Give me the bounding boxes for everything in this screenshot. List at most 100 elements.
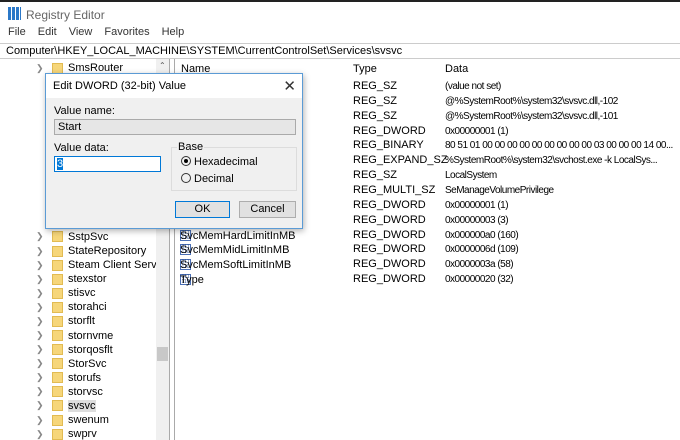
chevron-right-icon[interactable]: ❯: [36, 415, 46, 426]
tree-item[interactable]: ❯ StorSvc: [36, 357, 107, 371]
value-name-label: Value name:: [54, 105, 115, 117]
value-data: 0x000000a0 (160): [445, 229, 519, 241]
folder-icon: [52, 301, 63, 313]
value-data: 0x00000020 (32): [445, 274, 514, 286]
chevron-right-icon[interactable]: ❯: [36, 386, 46, 397]
value-type: REG_SZ: [353, 80, 398, 92]
folder-icon: [52, 62, 63, 74]
tree-item[interactable]: ❯ stexstor: [36, 272, 107, 286]
chevron-right-icon[interactable]: ❯: [36, 231, 46, 242]
value-row[interactable]: 011 110 SvcMemSoftLimitInMB REG_DWORD 0x0000…: [175, 257, 680, 272]
tree-item-label: StorSvc: [68, 357, 107, 370]
edit-dword-dialog: Edit DWORD (32-bit) Value ✕ Value name: …: [45, 73, 303, 229]
chevron-right-icon[interactable]: ❯: [36, 400, 46, 411]
tree-item-label: swenum: [68, 414, 109, 426]
tree-item-label: storahci: [68, 301, 107, 314]
value-row[interactable]: 011 110 SvcMemMidLimitInMB REG_DWORD 0x00000…: [175, 242, 680, 257]
window-title: Registry Editor: [26, 8, 105, 22]
value-row[interactable]: 011 110 SvcMemHardLimitInMB REG_DWORD 0x0000…: [175, 228, 680, 243]
value-name-field: Start: [54, 119, 296, 135]
tree-item-label: Steam Client Service: [68, 259, 170, 272]
base-label: Base: [177, 141, 205, 153]
value-type: REG_EXPAND_SZ: [353, 154, 448, 167]
decimal-label: Decimal: [194, 173, 234, 185]
tree-item-label: storvsc: [68, 385, 103, 398]
folder-icon: [52, 358, 63, 370]
folder-icon: [52, 344, 63, 356]
value-type: REG_MULTI_SZ: [353, 183, 436, 196]
value-name-text: SvcMemMidLimitInMB: [180, 244, 290, 257]
tree-item[interactable]: ❯ swprv: [36, 427, 97, 440]
folder-icon: [52, 287, 63, 299]
value-type: REG_SZ: [353, 169, 398, 182]
value-type: REG_SZ: [353, 94, 398, 107]
chevron-right-icon[interactable]: ❯: [36, 63, 46, 74]
chevron-right-icon[interactable]: ❯: [36, 316, 46, 327]
chevron-right-icon[interactable]: ❯: [36, 274, 46, 285]
value-type: REG_DWORD: [353, 273, 426, 286]
value-data: @%SystemRoot%\system32\svsvc.dll,-102: [445, 95, 618, 107]
value-data: 0x00000001 (1): [445, 199, 509, 211]
value-data-label: Value data:: [54, 142, 109, 154]
scrollbar-thumb[interactable]: [157, 347, 168, 361]
decimal-radio[interactable]: Decimal: [181, 173, 234, 185]
value-name-text: Type: [180, 274, 204, 287]
hexadecimal-label: Hexadecimal: [194, 156, 258, 168]
value-data-text: 3: [57, 158, 64, 170]
folder-icon: [52, 273, 63, 285]
scroll-up-icon[interactable]: ⌃: [159, 61, 166, 70]
hexadecimal-radio[interactable]: Hexadecimal: [181, 156, 258, 168]
menu-favorites[interactable]: Favorites: [104, 26, 149, 38]
tree-item[interactable]: ❯ SstpSvc: [36, 230, 108, 244]
chevron-right-icon[interactable]: ❯: [36, 344, 46, 355]
tree-item[interactable]: ❯ storufs: [36, 371, 101, 385]
value-type: REG_SZ: [353, 109, 398, 122]
chevron-right-icon[interactable]: ❯: [36, 429, 46, 440]
folder-icon: [52, 386, 63, 398]
menu-help[interactable]: Help: [162, 26, 185, 38]
tree-item[interactable]: ❯ storahci: [36, 300, 107, 314]
value-data-input[interactable]: 3: [54, 156, 161, 172]
base-group: Hexadecimal Decimal: [171, 147, 297, 191]
tree-item[interactable]: ❯ stornvme: [36, 329, 113, 343]
ok-button[interactable]: OK: [175, 201, 230, 218]
chevron-right-icon[interactable]: ❯: [36, 246, 46, 257]
tree-item[interactable]: ❯ Steam Client Service: [36, 258, 170, 272]
tree-item[interactable]: ❯ swenum: [36, 413, 109, 427]
tree-item[interactable]: ❯ stisvc: [36, 286, 96, 300]
tree-item[interactable]: ❯ storvsc: [36, 385, 103, 399]
folder-icon: [52, 428, 63, 440]
address-bar[interactable]: Computer\HKEY_LOCAL_MACHINE\SYSTEM\Curre…: [0, 43, 680, 59]
chevron-right-icon[interactable]: ❯: [36, 302, 46, 313]
value-data: 80 51 01 00 00 00 00 00 00 00 00 00 03 0…: [445, 140, 673, 152]
menu-file[interactable]: File: [8, 26, 26, 38]
chevron-right-icon[interactable]: ❯: [36, 260, 46, 271]
title-bar: Registry Editor: [0, 0, 680, 26]
cancel-button[interactable]: Cancel: [239, 201, 296, 218]
chevron-right-icon[interactable]: ❯: [36, 358, 46, 369]
folder-icon: [52, 330, 63, 342]
value-data: %SystemRoot%\system32\svchost.exe -k Loc…: [445, 155, 658, 167]
tree-item-label: storflt: [68, 315, 95, 328]
value-data: SeManageVolumePrivilege: [445, 184, 554, 196]
tree-item[interactable]: ❯ svsvc: [36, 399, 96, 413]
tree-item[interactable]: ❯ storflt: [36, 314, 95, 328]
menu-view[interactable]: View: [69, 26, 93, 38]
tree-item-label: storqosflt: [68, 343, 113, 356]
menu-bar: File Edit View Favorites Help: [0, 26, 680, 43]
tree-item[interactable]: ❯ StateRepository: [36, 244, 146, 258]
value-data: @%SystemRoot%\system32\svsvc.dll,-101: [445, 110, 618, 122]
chevron-right-icon[interactable]: ❯: [36, 288, 46, 299]
close-icon[interactable]: ✕: [283, 77, 296, 95]
value-type: REG_DWORD: [353, 243, 426, 256]
value-data: LocalSystem: [445, 170, 497, 182]
value-row[interactable]: 011 110 Type REG_DWORD 0x00000020 (32): [175, 272, 680, 287]
menu-edit[interactable]: Edit: [38, 26, 57, 38]
tree-item-label: stornvme: [68, 329, 114, 342]
tree-item[interactable]: ❯ storqosflt: [36, 343, 113, 357]
chevron-right-icon[interactable]: ❯: [36, 372, 46, 383]
tree-item-label: StateRepository: [68, 245, 147, 258]
chevron-right-icon[interactable]: ❯: [36, 330, 46, 341]
tree-item-label: SstpSvc: [68, 230, 109, 243]
folder-icon: [52, 372, 63, 384]
